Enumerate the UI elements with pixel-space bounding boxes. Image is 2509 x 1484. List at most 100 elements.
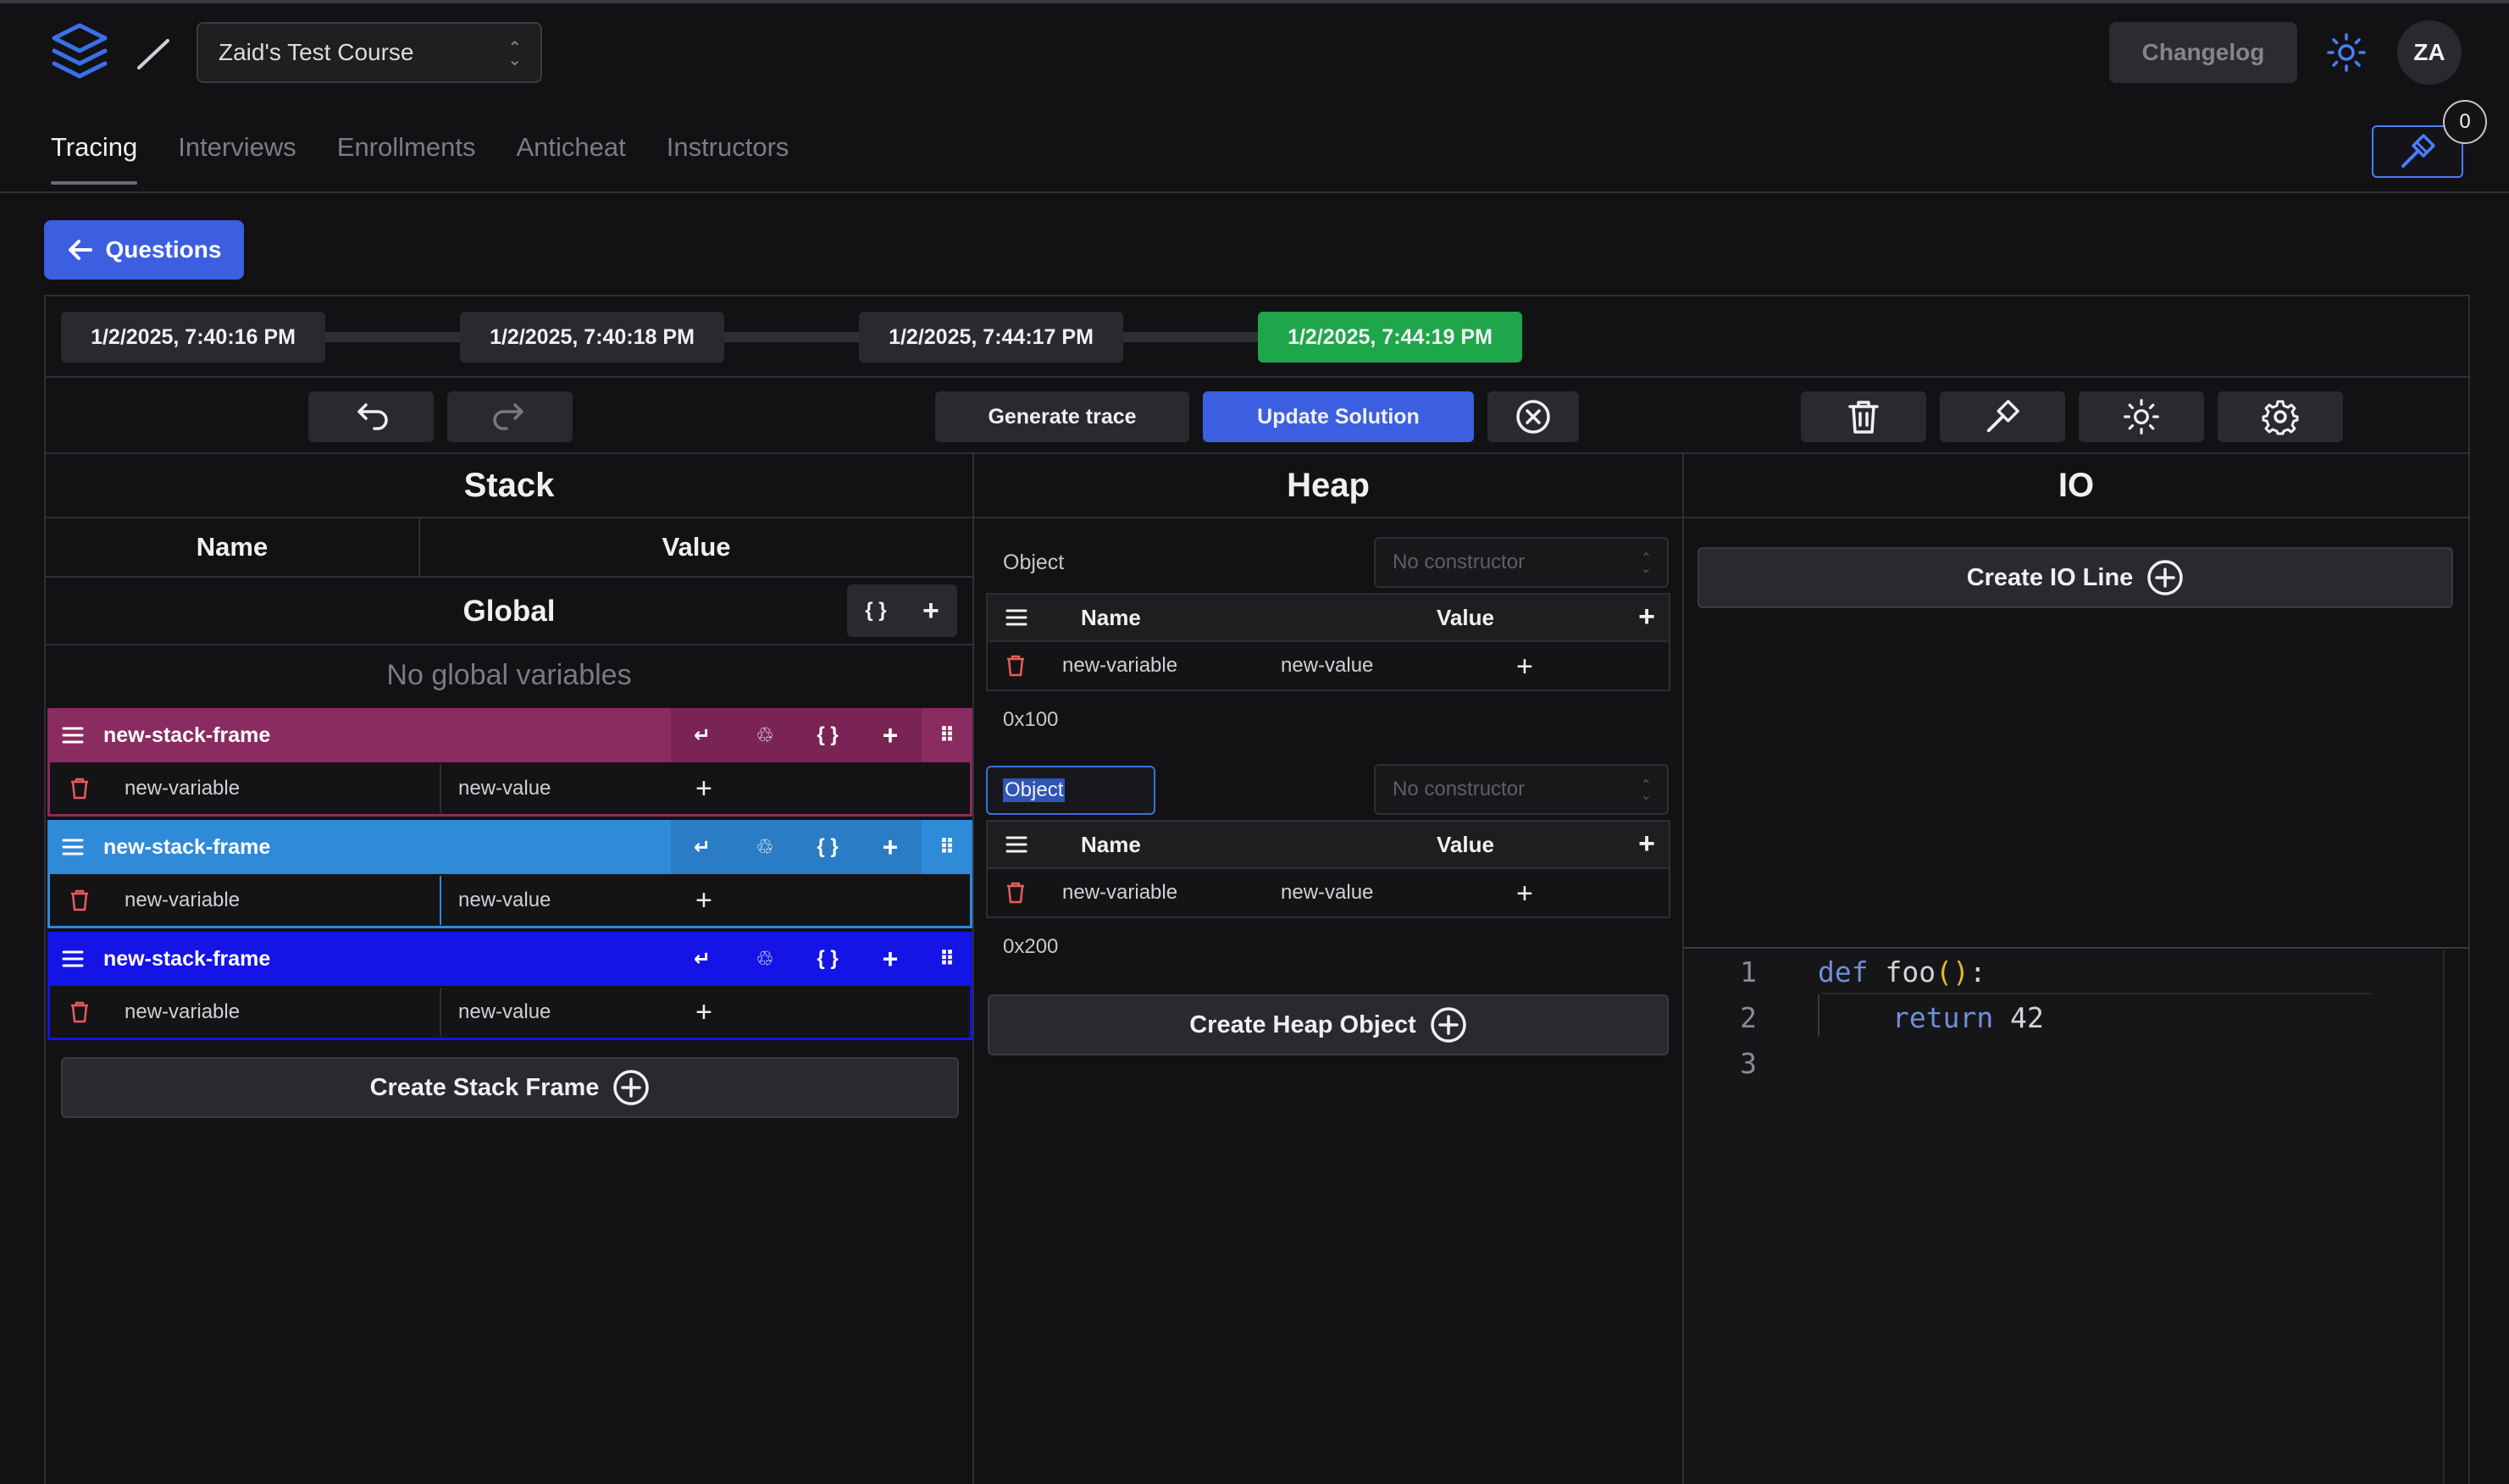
number-literal: 42: [1993, 1001, 2044, 1034]
grid-handle-icon[interactable]: ⠿: [922, 932, 972, 986]
timeline-snapshot[interactable]: 1/2/2025, 7:40:16 PM: [61, 312, 325, 363]
heap-object-label-input[interactable]: Object: [986, 766, 1155, 815]
trash-icon[interactable]: [69, 1000, 91, 1024]
drag-menu-icon[interactable]: [61, 837, 85, 857]
create-heap-object-button[interactable]: Create Heap Object: [988, 994, 1669, 1055]
variable-value[interactable]: new-value: [1281, 654, 1373, 678]
drag-menu-icon[interactable]: [1005, 607, 1028, 628]
heap-object-label[interactable]: Object: [1003, 551, 1064, 575]
drag-menu-icon[interactable]: [61, 725, 85, 745]
heap-table-header: Name Value +: [988, 822, 1669, 867]
add-field-button[interactable]: +: [695, 998, 712, 1027]
heap-value-header: Value: [1437, 831, 1494, 857]
trash-icon[interactable]: [1005, 654, 1027, 678]
braces-icon[interactable]: { }: [796, 932, 859, 986]
tab-interviews[interactable]: Interviews: [178, 127, 296, 185]
grade-button[interactable]: [1940, 391, 2065, 442]
timeline-snapshot[interactable]: 1/2/2025, 7:44:17 PM: [859, 312, 1123, 363]
add-variable-icon[interactable]: +: [859, 932, 922, 986]
tab-anticheat[interactable]: Anticheat: [516, 127, 625, 185]
stack-frame-header[interactable]: new-stack-frame ↵ ♲ { } + ⠿: [47, 932, 972, 986]
add-variable-icon[interactable]: +: [859, 708, 922, 762]
stack-frame-name[interactable]: new-stack-frame: [103, 723, 270, 748]
braces-button[interactable]: { }: [865, 599, 886, 623]
trash-icon[interactable]: [69, 777, 91, 800]
stack-frame-header[interactable]: new-stack-frame ↵ ♲ { } + ⠿: [47, 708, 972, 762]
add-field-button[interactable]: +: [695, 774, 712, 803]
add-global-button[interactable]: +: [922, 596, 939, 625]
add-field-button[interactable]: +: [1638, 829, 1655, 858]
stack-name-header: Name: [196, 532, 269, 562]
variable-value[interactable]: new-value: [458, 1000, 695, 1024]
timeline-snapshot-active[interactable]: 1/2/2025, 7:44:19 PM: [1258, 312, 1522, 363]
changelog-button[interactable]: Changelog: [2109, 22, 2297, 83]
cancel-button[interactable]: [1487, 391, 1579, 442]
add-field-button[interactable]: +: [1516, 652, 1533, 681]
sun-theme-icon[interactable]: [2326, 32, 2367, 73]
plus-circle-icon: [613, 1070, 650, 1105]
heap-title: Heap: [1287, 466, 1370, 504]
back-to-questions-button[interactable]: Questions: [44, 220, 244, 280]
return-icon[interactable]: ↵: [671, 820, 734, 874]
trash-icon[interactable]: [1005, 881, 1027, 905]
drag-menu-icon[interactable]: [61, 949, 85, 969]
user-avatar[interactable]: ZA: [2397, 20, 2462, 85]
line-number: 2: [1740, 1001, 1757, 1034]
course-select[interactable]: Zaid's Test Course ⌃ ⌄: [197, 22, 542, 83]
add-variable-icon[interactable]: +: [859, 820, 922, 874]
code-line-2: return 42: [1892, 1001, 2044, 1034]
redo-button[interactable]: [447, 391, 573, 442]
plus-circle-icon: [2147, 560, 2184, 595]
settings-button[interactable]: [2218, 391, 2343, 442]
trash-icon[interactable]: [69, 889, 91, 912]
stack-frame-name[interactable]: new-stack-frame: [103, 835, 270, 860]
stack-frame-header[interactable]: new-stack-frame ↵ ♲ { } + ⠿: [47, 820, 972, 874]
update-solution-button[interactable]: Update Solution: [1203, 391, 1474, 442]
variable-value[interactable]: new-value: [1281, 881, 1373, 905]
variable-value[interactable]: new-value: [458, 777, 695, 800]
editor-scrollbar[interactable]: [2443, 950, 2445, 1484]
timeline-snapshot[interactable]: 1/2/2025, 7:40:18 PM: [460, 312, 724, 363]
drag-menu-icon[interactable]: [1005, 834, 1028, 855]
recycle-icon[interactable]: ♲: [734, 820, 796, 874]
delete-button[interactable]: [1801, 391, 1926, 442]
undo-button[interactable]: [308, 391, 434, 442]
create-io-line-button[interactable]: Create IO Line: [1698, 547, 2453, 608]
code-editor[interactable]: 1 2 3 def foo(): return 42: [1686, 950, 2445, 1484]
tab-enrollments[interactable]: Enrollments: [337, 127, 476, 185]
return-icon[interactable]: ↵: [671, 932, 734, 986]
add-field-button[interactable]: +: [1638, 602, 1655, 631]
grid-handle-icon[interactable]: ⠿: [922, 708, 972, 762]
constructor-select[interactable]: No constructor ⌃ ⌄: [1374, 764, 1669, 815]
add-field-button[interactable]: +: [1516, 879, 1533, 908]
generate-trace-button[interactable]: Generate trace: [935, 391, 1189, 442]
variable-name[interactable]: new-variable: [1062, 654, 1177, 678]
trash-icon: [1848, 401, 1879, 434]
stack-variable-row: new-variable new-value +: [47, 762, 972, 817]
constructor-placeholder: No constructor: [1393, 778, 1526, 800]
tab-tracing[interactable]: Tracing: [51, 127, 138, 185]
notification-badge: 0: [2443, 100, 2487, 144]
constructor-select[interactable]: No constructor ⌃ ⌄: [1374, 537, 1669, 588]
stack-frame-name[interactable]: new-stack-frame: [103, 947, 270, 972]
variable-value[interactable]: new-value: [458, 889, 695, 912]
theme-toggle-button[interactable]: [2079, 391, 2204, 442]
heap-variable-row: new-variable new-value +: [988, 867, 1669, 916]
return-icon[interactable]: ↵: [671, 708, 734, 762]
breadcrumb-separator-icon: [137, 39, 169, 69]
tab-instructors[interactable]: Instructors: [667, 127, 789, 185]
create-stack-frame-button[interactable]: Create Stack Frame: [61, 1057, 959, 1118]
recycle-icon[interactable]: ♲: [734, 932, 796, 986]
variable-name[interactable]: new-variable: [125, 889, 440, 912]
recycle-icon[interactable]: ♲: [734, 708, 796, 762]
layers-logo-icon[interactable]: [49, 22, 110, 81]
braces-icon[interactable]: { }: [796, 708, 859, 762]
grid-handle-icon[interactable]: ⠿: [922, 820, 972, 874]
variable-name[interactable]: new-variable: [1062, 881, 1177, 905]
stack-title: Stack: [463, 466, 555, 504]
braces-icon[interactable]: { }: [796, 820, 859, 874]
add-field-button[interactable]: +: [695, 886, 712, 915]
variable-name[interactable]: new-variable: [125, 777, 440, 800]
variable-name[interactable]: new-variable: [125, 1000, 440, 1024]
row-divider: [440, 987, 441, 1037]
